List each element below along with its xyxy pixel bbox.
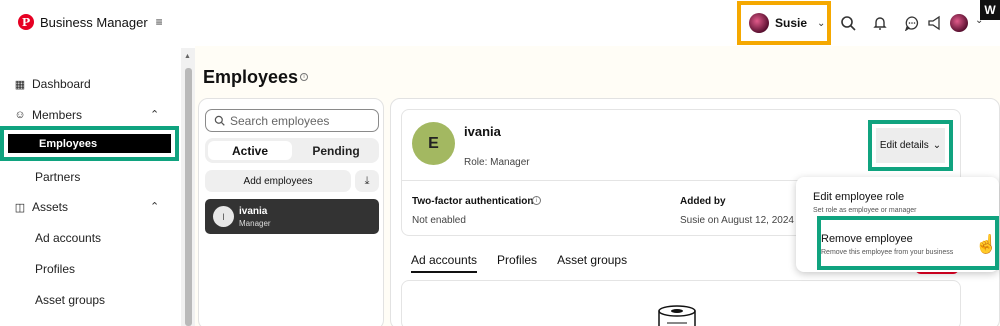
assets-card <box>401 280 961 326</box>
employee-name: ivania <box>464 124 501 139</box>
sidebar-item-assets[interactable]: ◫ Assets <box>14 200 68 214</box>
sidebar-item-label: Members <box>32 108 83 122</box>
sidebar-item-dashboard[interactable]: ▦ Dashboard <box>14 77 91 91</box>
avatar: E <box>412 122 455 165</box>
scroll-up-arrow[interactable]: ▲ <box>184 53 191 60</box>
chevron-down-icon: ⌄ <box>817 17 826 29</box>
sidebar-item-members[interactable]: ☺ Members <box>14 108 82 122</box>
menu-item-remove-employee[interactable]: Remove employee Remove this employee fro… <box>817 216 999 270</box>
add-employees-button[interactable]: Add employees <box>205 170 351 192</box>
user-name: Susie <box>775 16 808 30</box>
tfa-label: Two-factor authentication <box>412 196 534 207</box>
brand[interactable]: P Business Manager ≡ <box>18 14 163 30</box>
sidebar-item-label: Assets <box>32 200 69 214</box>
sidebar-item-asset-groups[interactable]: Asset groups <box>35 293 105 307</box>
edit-details-label: Edit details <box>879 140 929 151</box>
sidebar: ▦ Dashboard ☺ Members ⌃ Employees Partne… <box>0 46 181 326</box>
search-icon <box>214 115 225 126</box>
user-switcher-button[interactable]: Susie ⌄ <box>737 1 831 45</box>
assets-icon: ◫ <box>14 201 26 214</box>
tab-ad-accounts[interactable]: Ad accounts <box>411 253 478 273</box>
brand-title: Business Manager <box>40 14 148 30</box>
sidebar-item-label: Employees <box>8 134 171 153</box>
dashboard-icon: ▦ <box>14 78 26 91</box>
members-icon: ☺ <box>14 109 26 121</box>
employee-role: Manager <box>239 219 271 228</box>
status-toggle: Active Pending <box>205 138 379 163</box>
edit-details-button[interactable]: Edit details ⌄ <box>876 128 945 163</box>
menu-item-edit-role[interactable]: Edit employee role <box>813 191 904 203</box>
added-by-label: Added by <box>680 196 726 207</box>
employee-list-panel: Search employees Active Pending Add empl… <box>198 98 384 326</box>
sidebar-item-ad-accounts[interactable]: Ad accounts <box>35 231 101 245</box>
account-avatar[interactable] <box>950 14 968 32</box>
employee-role: Role: Manager <box>464 157 530 168</box>
tab-active[interactable]: Active <box>208 141 292 160</box>
asset-tabs: Ad accounts Profiles Asset groups <box>411 253 627 273</box>
avatar: I <box>213 206 234 227</box>
tfa-value: Not enabled <box>412 215 466 226</box>
sidebar-item-partners[interactable]: Partners <box>35 170 80 184</box>
info-icon[interactable]: i <box>300 73 308 81</box>
megaphone-icon[interactable] <box>926 14 944 32</box>
sidebar-item-label: Dashboard <box>32 77 91 91</box>
scrollbar-thumb[interactable] <box>185 68 192 326</box>
sidebar-item-employees[interactable]: Employees <box>0 126 179 161</box>
tab-profiles[interactable]: Profiles <box>497 253 537 273</box>
chat-icon[interactable] <box>903 14 921 32</box>
tab-asset-groups[interactable]: Asset groups <box>557 253 627 273</box>
search-icon[interactable] <box>839 14 857 32</box>
tab-pending[interactable]: Pending <box>295 141 377 160</box>
menu-item-remove-title: Remove employee <box>821 233 913 245</box>
menu-item-remove-area: Remove employee Remove this employee fro… <box>821 224 995 262</box>
avatar <box>749 13 769 33</box>
menu-item-edit-role-description: Set role as employee or manager <box>813 207 917 214</box>
corner-badge: W <box>980 0 1000 20</box>
sidebar-item-profiles[interactable]: Profiles <box>35 262 75 276</box>
chevron-up-icon[interactable]: ⌃ <box>150 200 159 213</box>
edit-details-highlight: Edit details ⌄ <box>868 120 953 171</box>
empty-state-illustration <box>658 305 696 326</box>
top-bar: P Business Manager ≡ Susie ⌄ ⌄ W <box>0 0 1000 46</box>
list-item[interactable]: I ivania Manager <box>205 199 379 234</box>
hand-cursor-icon: ☝ <box>975 234 998 254</box>
added-by-value: Susie on August 12, 2024 <box>680 215 794 226</box>
bell-icon[interactable] <box>871 14 889 32</box>
menu-icon[interactable]: ≡ <box>156 15 163 29</box>
chevron-up-icon[interactable]: ⌃ <box>150 108 159 121</box>
download-icon[interactable]: ⤓ <box>355 170 379 192</box>
chevron-down-icon: ⌄ <box>932 140 942 151</box>
search-input[interactable]: Search employees <box>205 109 379 132</box>
pinterest-logo-icon: P <box>18 14 34 30</box>
search-placeholder: Search employees <box>230 113 330 128</box>
info-icon[interactable]: i <box>532 196 541 205</box>
page-title: Employees <box>203 67 299 87</box>
menu-item-remove-description: Remove this employee from your business <box>821 249 954 256</box>
employee-name: ivania <box>239 206 268 217</box>
